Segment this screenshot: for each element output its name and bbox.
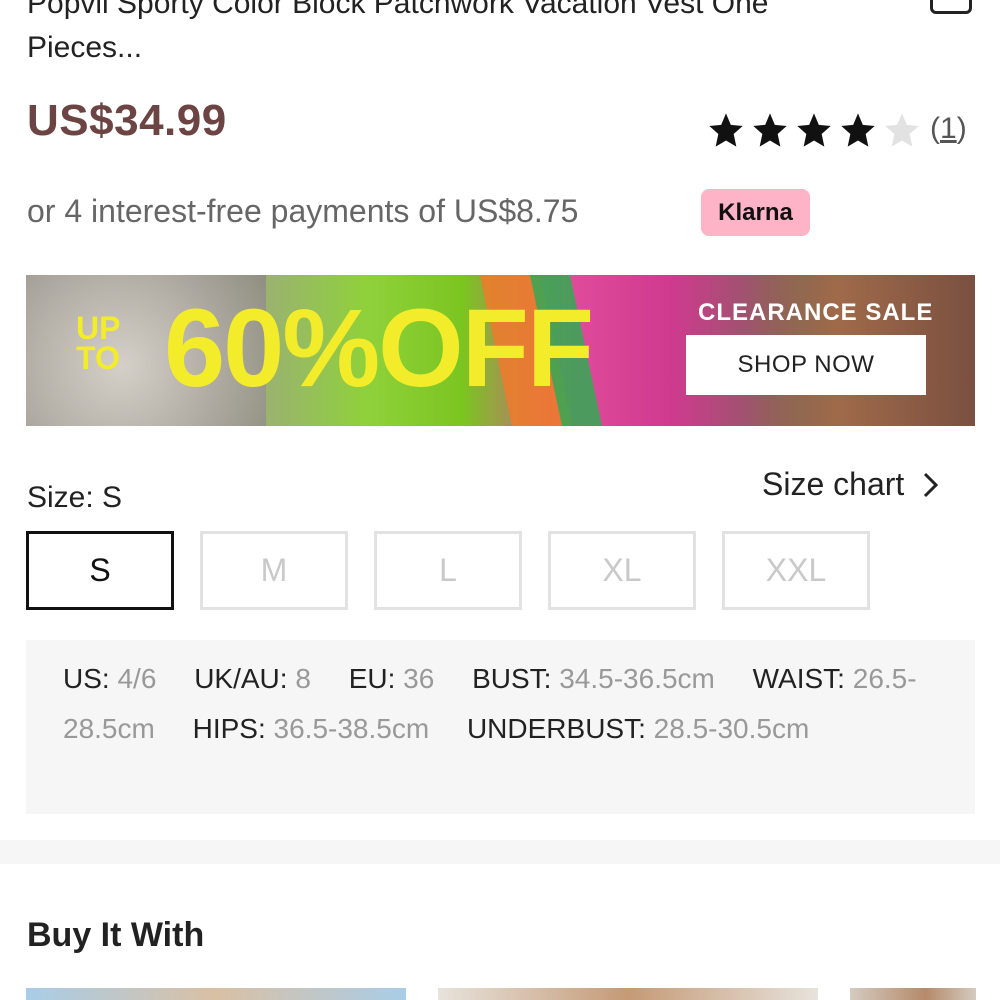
measure-underbust-value: 28.5-30.5cm bbox=[653, 713, 810, 744]
measure-hips-key: HIPS: bbox=[192, 713, 266, 744]
measure-uk-value: 8 bbox=[295, 663, 311, 694]
star-empty-icon bbox=[885, 113, 919, 147]
bag-icon[interactable] bbox=[930, 0, 972, 14]
star-icon bbox=[841, 113, 875, 147]
size-option-xxl[interactable]: XXL bbox=[722, 531, 870, 610]
size-option-m[interactable]: M bbox=[200, 531, 348, 610]
measure-underbust: UNDERBUST: 28.5-30.5cm bbox=[467, 713, 809, 744]
product-title-line-1: Popvil Sporty Color Block Patchwork Vaca… bbox=[27, 0, 769, 20]
star-icon bbox=[797, 113, 831, 147]
size-measurements: US: 4/6 UK/AU: 8 EU: 36 BUST: 34.5-36.5c… bbox=[26, 640, 975, 814]
measure-eu-key: EU: bbox=[348, 663, 396, 694]
measure-us: US: 4/6 bbox=[63, 663, 156, 694]
size-option-l[interactable]: L bbox=[374, 531, 522, 610]
buy-it-with-title: Buy It With bbox=[27, 916, 205, 954]
measure-uk-key: UK/AU: bbox=[194, 663, 288, 694]
measure-hips-value: 36.5-38.5cm bbox=[273, 713, 430, 744]
measure-bust-key: BUST: bbox=[472, 663, 552, 694]
banner-up-to: UP TO bbox=[76, 310, 121, 376]
banner-up: UP bbox=[76, 310, 121, 346]
promo-banner[interactable]: UP TO 60%OFF CLEARANCE SALE SHOP NOW bbox=[26, 275, 975, 426]
star-icon bbox=[753, 113, 787, 147]
banner-to: TO bbox=[76, 340, 120, 376]
section-divider bbox=[0, 840, 1000, 864]
chevron-right-icon bbox=[924, 472, 939, 497]
buy-it-with-carousel bbox=[0, 988, 1000, 1000]
measure-bust: BUST: 34.5-36.5cm bbox=[472, 663, 715, 694]
review-count-open: ( bbox=[930, 112, 940, 145]
measure-uk: UK/AU: 8 bbox=[194, 663, 311, 694]
product-title-line-2: Pieces... bbox=[27, 31, 143, 64]
measure-hips: HIPS: 36.5-38.5cm bbox=[193, 713, 430, 744]
review-count: 1 bbox=[940, 112, 957, 145]
size-option-s[interactable]: S bbox=[26, 531, 174, 610]
measure-eu: EU: 36 bbox=[349, 663, 435, 694]
product-price: US$34.99 bbox=[27, 96, 227, 145]
measure-waist-key: WAIST: bbox=[752, 663, 845, 694]
measure-us-value: 4/6 bbox=[117, 663, 157, 694]
product-thumbnail[interactable] bbox=[26, 988, 406, 1000]
banner-discount: 60%OFF bbox=[164, 287, 594, 410]
product-thumbnail[interactable] bbox=[438, 988, 818, 1000]
klarna-badge[interactable]: Klarna bbox=[701, 189, 810, 236]
banner-clearance-label: CLEARANCE SALE bbox=[698, 299, 934, 326]
installments-text: or 4 interest-free payments of US$8.75 bbox=[27, 193, 579, 229]
size-options: S M L XL XXL bbox=[26, 531, 870, 610]
measure-bust-value: 34.5-36.5cm bbox=[559, 663, 715, 694]
star-icon bbox=[709, 113, 743, 147]
rating-stars[interactable] bbox=[706, 110, 922, 150]
size-option-xl[interactable]: XL bbox=[548, 531, 696, 610]
shop-now-button[interactable]: SHOP NOW bbox=[686, 335, 926, 395]
measure-us-key: US: bbox=[63, 663, 110, 694]
review-count-close: ) bbox=[956, 112, 967, 145]
product-title: Popvil Sporty Color Block Patchwork Vaca… bbox=[27, 0, 927, 70]
review-count-link[interactable]: (1) bbox=[930, 112, 967, 146]
size-chart-link[interactable]: Size chart bbox=[762, 466, 940, 503]
measure-eu-value: 36 bbox=[403, 663, 435, 694]
product-thumbnail[interactable] bbox=[850, 988, 976, 1000]
measure-underbust-key: UNDERBUST: bbox=[466, 713, 646, 744]
size-selected-label: Size: S bbox=[27, 481, 123, 514]
size-chart-label: Size chart bbox=[762, 466, 905, 502]
